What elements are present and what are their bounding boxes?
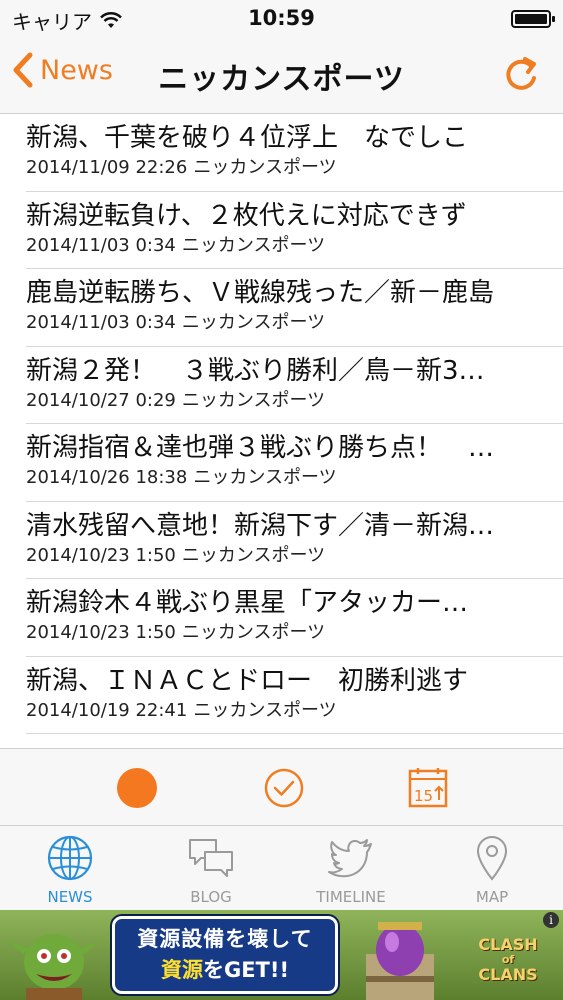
article-title: 新潟鈴木４戦ぶり黒星「アタッカー…: [26, 588, 469, 618]
list-item[interactable]: 新潟指宿＆達也弾３戦ぶり勝ち点！ … 2014/10/26 18:38 ニッカンス…: [26, 424, 563, 502]
map-pin-icon: [476, 836, 508, 881]
ad-highlight: 資源: [160, 958, 203, 982]
ad-info-icon[interactable]: i: [543, 912, 559, 928]
article-source: ニッカンスポーツ: [181, 544, 326, 566]
tab-blog[interactable]: BLOG: [161, 834, 261, 906]
tab-news[interactable]: NEWS: [20, 834, 120, 906]
list-item[interactable]: 清水残留へ意地！新潟下す／清－新潟… 2014/10/23 1:50 ニッカンスポ…: [26, 502, 563, 579]
article-date: 2014/10/19 22:41: [26, 699, 188, 721]
chat-bubbles-icon: [189, 839, 233, 877]
page-title: ニッカンスポーツ: [158, 62, 405, 97]
elixir-storage-image: [366, 922, 434, 1000]
article-title: 鹿島逆転勝ち、Ｖ戦線残った／新－鹿島: [26, 278, 495, 308]
list-item[interactable]: 新潟鈴木４戦ぶり黒星「アタッカー… 2014/10/23 1:50 ニッカンスポー…: [26, 579, 563, 657]
article-date: 2014/11/03 0:34: [26, 312, 176, 333]
article-title: 新潟、ＩＮＡＣとドロー 初勝利逃す: [26, 665, 469, 696]
article-meta: 2014/10/19 22:41 ニッカンスポーツ: [26, 699, 563, 723]
ad-line-1: 資源設備を壊して: [137, 927, 313, 951]
tab-timeline[interactable]: TIMELINE: [301, 834, 401, 906]
globe-icon: [47, 835, 93, 881]
check-circle-icon[interactable]: [262, 766, 306, 810]
tab-label: NEWS: [47, 888, 93, 906]
list-item[interactable]: 新潟、ＩＮＡＣとドロー 初勝利逃す 2014/10/19 22:41 ニッカンスポ…: [26, 657, 563, 734]
tab-label: BLOG: [190, 888, 232, 906]
article-meta: 2014/10/27 0:29 ニッカンスポーツ: [26, 389, 563, 413]
refresh-icon[interactable]: [501, 52, 541, 96]
tab-map[interactable]: MAP: [442, 834, 542, 906]
article-date: 2014/10/23 1:50: [26, 622, 176, 643]
article-list[interactable]: 新潟、千葉を破り４位浮上 なでしこ 2014/11/09 22:26 ニッカンスポ…: [0, 114, 563, 748]
article-source: ニッカンスポーツ: [181, 312, 326, 333]
article-title: 新潟指宿＆達也弾３戦ぶり勝ち点！ …: [26, 433, 495, 463]
article-date: 2014/10/27 0:29: [26, 389, 176, 411]
article-source: ニッカンスポーツ: [193, 699, 337, 721]
record-button[interactable]: [117, 768, 157, 808]
goblin-character-image: [6, 934, 102, 1000]
calendar-number: 15: [414, 787, 433, 805]
ad-banner[interactable]: 資源設備を壊して 資源をGET!! CLASH of CLANS i: [0, 910, 563, 1000]
article-title: 新潟逆転負け、２枚代えに対応できず: [26, 200, 467, 231]
article-source: ニッカンスポーツ: [193, 467, 337, 488]
ad-line-2: 資源をGET!!: [115, 955, 335, 985]
article-meta: 2014/11/03 0:34 ニッカンスポーツ: [26, 234, 563, 258]
article-title: 新潟、千葉を破り４位浮上 なでしこ: [26, 123, 469, 153]
ad-line-2-rest: をGET!!: [202, 958, 290, 982]
bird-icon: [328, 839, 372, 878]
tab-label: TIMELINE: [316, 888, 386, 906]
article-date: 2014/11/03 0:34: [26, 234, 176, 256]
article-source: ニッカンスポーツ: [181, 389, 326, 411]
article-source: ニッカンスポーツ: [181, 234, 326, 256]
article-date: 2014/10/26 18:38: [26, 467, 188, 488]
list-item[interactable]: 鹿島逆転勝ち、Ｖ戦線残った／新－鹿島 2014/11/03 0:34 ニッカンスポ…: [26, 269, 563, 347]
article-date: 2014/10/23 1:50: [26, 544, 176, 566]
list-item[interactable]: 新潟２発！ ３戦ぶり勝利／鳥－新3… 2014/10/27 0:29 ニッカンスポ…: [26, 347, 563, 424]
article-date: 2014/11/09 22:26: [26, 157, 188, 178]
list-item[interactable]: 新潟逆転負け、２枚代えに対応できず 2014/11/03 0:34 ニッカンスポー…: [26, 192, 563, 269]
article-meta: 2014/10/23 1:50 ニッカンスポーツ: [26, 544, 563, 568]
calendar-icon[interactable]: 15: [406, 766, 450, 810]
article-source: ニッカンスポーツ: [193, 157, 337, 178]
clock: 10:59: [248, 6, 315, 30]
logo-word-top: CLASH: [478, 935, 538, 954]
article-meta: 2014/11/03 0:34 ニッカンスポーツ: [26, 311, 563, 335]
battery-icon: [511, 10, 555, 28]
article-meta: 2014/11/09 22:26 ニッカンスポーツ: [26, 156, 563, 180]
ad-message: 資源設備を壊して 資源をGET!!: [112, 916, 338, 994]
status-bar: キャリア 10:59: [0, 0, 563, 38]
navigation-bar: News ニッカンスポーツ: [0, 38, 563, 114]
game-logo: CLASH of CLANS: [460, 936, 556, 984]
article-meta: 2014/10/26 18:38 ニッカンスポーツ: [26, 466, 563, 490]
article-title: 清水残留へ意地！新潟下す／清－新潟…: [26, 510, 495, 541]
article-title: 新潟２発！ ３戦ぶり勝利／鳥－新3…: [26, 355, 485, 386]
article-source: ニッカンスポーツ: [181, 622, 326, 643]
action-toolbar: 15: [0, 748, 563, 826]
tab-bar: NEWS BLOG TIMELINE MAP: [0, 826, 563, 910]
logo-word-bottom: CLANS: [478, 965, 538, 984]
tab-label: MAP: [475, 888, 509, 906]
list-item[interactable]: 新潟、千葉を破り４位浮上 なでしこ 2014/11/09 22:26 ニッカンスポ…: [26, 114, 563, 192]
article-meta: 2014/10/23 1:50 ニッカンスポーツ: [26, 621, 563, 645]
